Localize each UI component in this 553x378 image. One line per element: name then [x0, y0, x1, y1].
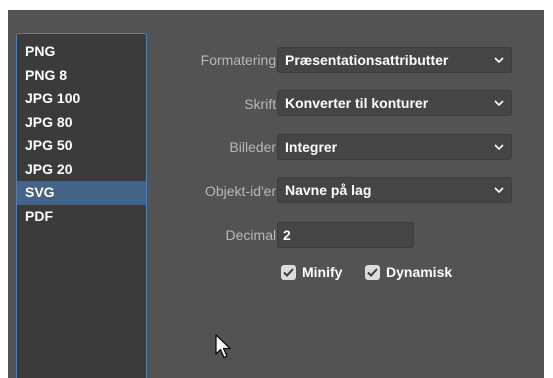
- images-label: Billeder:: [229, 139, 280, 155]
- chevron-down-icon: [494, 91, 504, 115]
- format-item-jpg100[interactable]: JPG 100: [17, 87, 146, 111]
- images-select[interactable]: Integrer: [277, 134, 512, 160]
- checkmark-icon[interactable]: [281, 264, 296, 280]
- responsive-label: Dynamisk: [386, 264, 453, 280]
- format-item-pdf[interactable]: PDF: [17, 205, 146, 229]
- formatting-select[interactable]: Præsentationsattributter: [277, 47, 512, 73]
- font-label: Skrift:: [244, 96, 280, 112]
- format-item-svg[interactable]: SVG: [17, 181, 146, 205]
- font-value: Konverter til konturer: [285, 95, 429, 111]
- checkmark-icon[interactable]: [365, 264, 380, 280]
- font-select[interactable]: Konverter til konturer: [277, 90, 512, 116]
- format-item-png8[interactable]: PNG 8: [17, 64, 146, 88]
- decimal-input[interactable]: 2: [277, 222, 414, 248]
- object-ids-select[interactable]: Navne på lag: [277, 177, 512, 203]
- chevron-down-icon: [494, 178, 504, 202]
- format-item-jpg20[interactable]: JPG 20: [17, 158, 146, 182]
- chevron-down-icon: [494, 135, 504, 159]
- decimal-label: Decimal:: [225, 227, 280, 243]
- object-ids-value: Navne på lag: [285, 182, 372, 198]
- minify-label: Minify: [302, 264, 343, 280]
- format-item-jpg80[interactable]: JPG 80: [17, 111, 146, 135]
- format-item-jpg50[interactable]: JPG 50: [17, 134, 146, 158]
- minify-checkbox[interactable]: Minify: [281, 263, 342, 281]
- format-list: PNG PNG 8 JPG 100 JPG 80 JPG 50 JPG 20 S…: [16, 33, 147, 378]
- object-ids-label: Objekt-id'er:: [204, 183, 280, 199]
- mouse-pointer-icon: [215, 334, 233, 365]
- responsive-checkbox[interactable]: Dynamisk: [365, 263, 452, 281]
- images-value: Integrer: [285, 139, 338, 155]
- chevron-down-icon: [494, 48, 504, 72]
- formatting-value: Præsentationsattributter: [285, 52, 449, 68]
- formatting-label: Formatering:: [200, 52, 280, 68]
- format-item-png[interactable]: PNG: [17, 40, 146, 64]
